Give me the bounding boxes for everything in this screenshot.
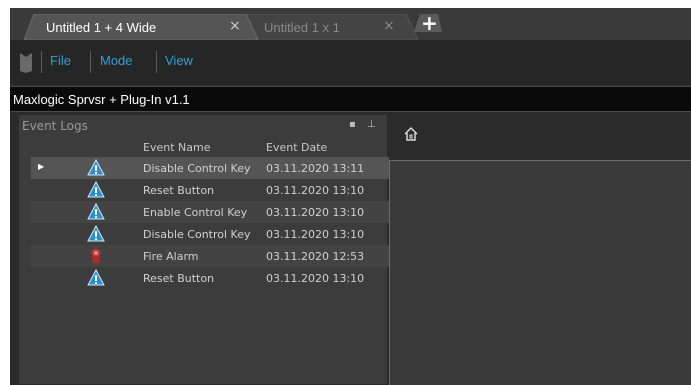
table-row[interactable]: Enable Control Key 03.11.2020 13:10 (31, 201, 389, 223)
event-date-cell: 03.11.2020 13:10 (266, 228, 365, 241)
add-tab-button[interactable]: + (414, 11, 442, 35)
event-name-cell: Reset Button (143, 272, 215, 285)
event-name-cell: Disable Control Key (143, 162, 251, 175)
event-log-grid: Event Name Event Date ▶ Disable Control … (31, 137, 389, 289)
event-date-cell: 03.11.2020 13:10 (266, 206, 365, 219)
column-header-event-name[interactable]: Event Name (143, 141, 210, 154)
event-logs-panel: Event Logs ▪ ⊥ Event Name Event Date ▶ D… (18, 114, 389, 385)
app-window: Untitled 1 + 4 Wide × Untitled 1 x 1 × +… (10, 8, 691, 385)
tab-strip: Untitled 1 + 4 Wide × Untitled 1 x 1 × + (10, 8, 691, 40)
table-row[interactable]: Reset Button 03.11.2020 13:10 (31, 267, 389, 289)
column-header-event-date[interactable]: Event Date (266, 141, 327, 154)
panel-header: Event Logs ▪ ⊥ (19, 115, 389, 137)
tab-untitled-1-4-wide[interactable]: Untitled 1 + 4 Wide × (24, 14, 258, 40)
fire-alarm-icon (92, 249, 100, 263)
table-row[interactable]: ▶ Disable Control Key 03.11.2020 13:11 (31, 157, 389, 179)
app-logo-icon (20, 53, 32, 73)
menu-separator (41, 51, 42, 73)
menu-mode[interactable]: Mode (100, 53, 133, 68)
event-date-cell: 03.11.2020 13:11 (266, 162, 365, 175)
home-icon[interactable] (403, 126, 419, 142)
warning-icon (87, 225, 105, 242)
event-date-cell: 03.11.2020 13:10 (266, 184, 365, 197)
menu-bar: File Mode View (10, 40, 691, 84)
tab-label: Untitled 1 + 4 Wide (46, 20, 157, 35)
event-name-cell: Reset Button (143, 184, 215, 197)
panel-title: Event Logs (22, 119, 88, 133)
event-date-cell: 03.11.2020 12:53 (266, 250, 365, 263)
event-name-cell: Disable Control Key (143, 228, 251, 241)
tab-label: Untitled 1 x 1 (264, 20, 340, 35)
plus-icon: + (421, 11, 438, 35)
warning-icon (87, 181, 105, 198)
menu-view[interactable]: View (165, 53, 193, 68)
table-row[interactable]: Disable Control Key 03.11.2020 13:10 (31, 223, 389, 245)
table-row[interactable]: Reset Button 03.11.2020 13:10 (31, 179, 389, 201)
warning-icon (87, 159, 105, 176)
event-name-cell: Fire Alarm (143, 250, 199, 263)
view-canvas[interactable] (389, 160, 691, 385)
table-row[interactable]: Fire Alarm 03.11.2020 12:53 (31, 245, 389, 267)
view-pane (389, 114, 691, 385)
application-title-bar: Maxlogic Sprvsr + Plug-In v1.1 (10, 86, 691, 112)
warning-icon (87, 269, 105, 286)
pin-panel-icon[interactable]: ⊥ (367, 119, 376, 130)
menu-file[interactable]: File (50, 53, 71, 68)
tab-untitled-1x1[interactable]: Untitled 1 x 1 × (238, 14, 418, 40)
application-title: Maxlogic Sprvsr + Plug-In v1.1 (13, 92, 190, 107)
maximize-panel-icon[interactable]: ▪ (349, 119, 356, 130)
event-date-cell: 03.11.2020 13:10 (266, 272, 365, 285)
grid-header: Event Name Event Date (31, 137, 389, 157)
tab-close-icon[interactable]: × (383, 19, 395, 33)
current-row-indicator-icon: ▶ (38, 162, 45, 171)
tab-close-icon[interactable]: × (229, 19, 241, 33)
menu-separator (156, 51, 157, 73)
menu-separator (90, 51, 91, 73)
warning-icon (87, 203, 105, 220)
event-name-cell: Enable Control Key (143, 206, 248, 219)
